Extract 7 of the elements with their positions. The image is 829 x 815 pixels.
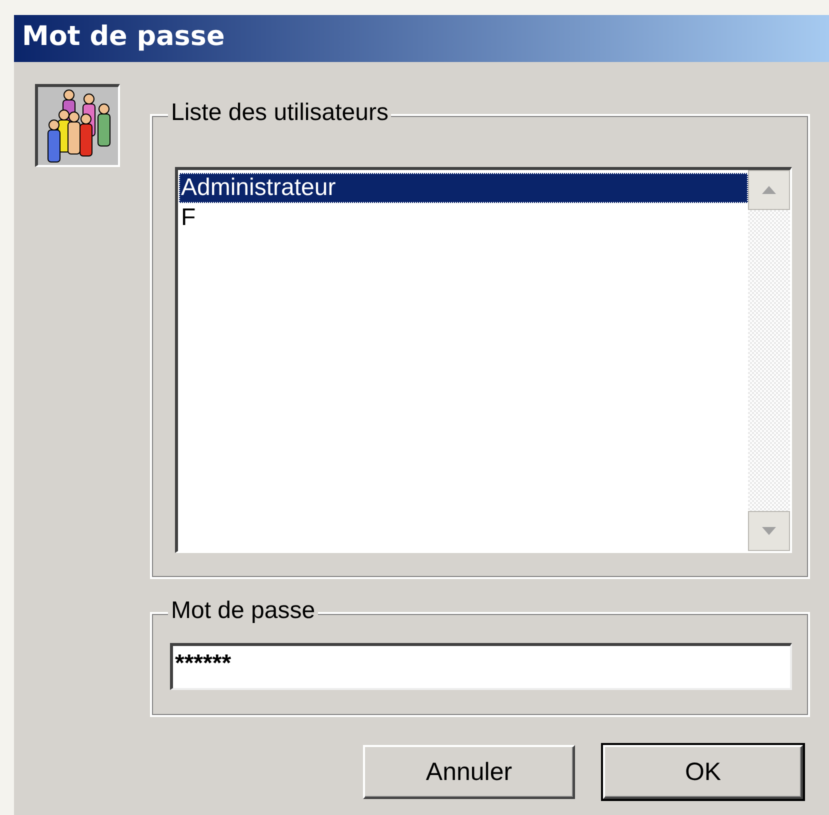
password-field[interactable]: ******	[170, 643, 792, 690]
dialog-button[interactable]: OK	[603, 745, 803, 799]
user-item[interactable]: F	[179, 203, 748, 233]
window-title: Mot de passe	[14, 15, 829, 62]
users-list[interactable]: Administrateur F	[175, 167, 792, 553]
user-item[interactable]: Administrateur	[179, 173, 748, 203]
dialog-button[interactable]: Annuler	[363, 745, 575, 799]
